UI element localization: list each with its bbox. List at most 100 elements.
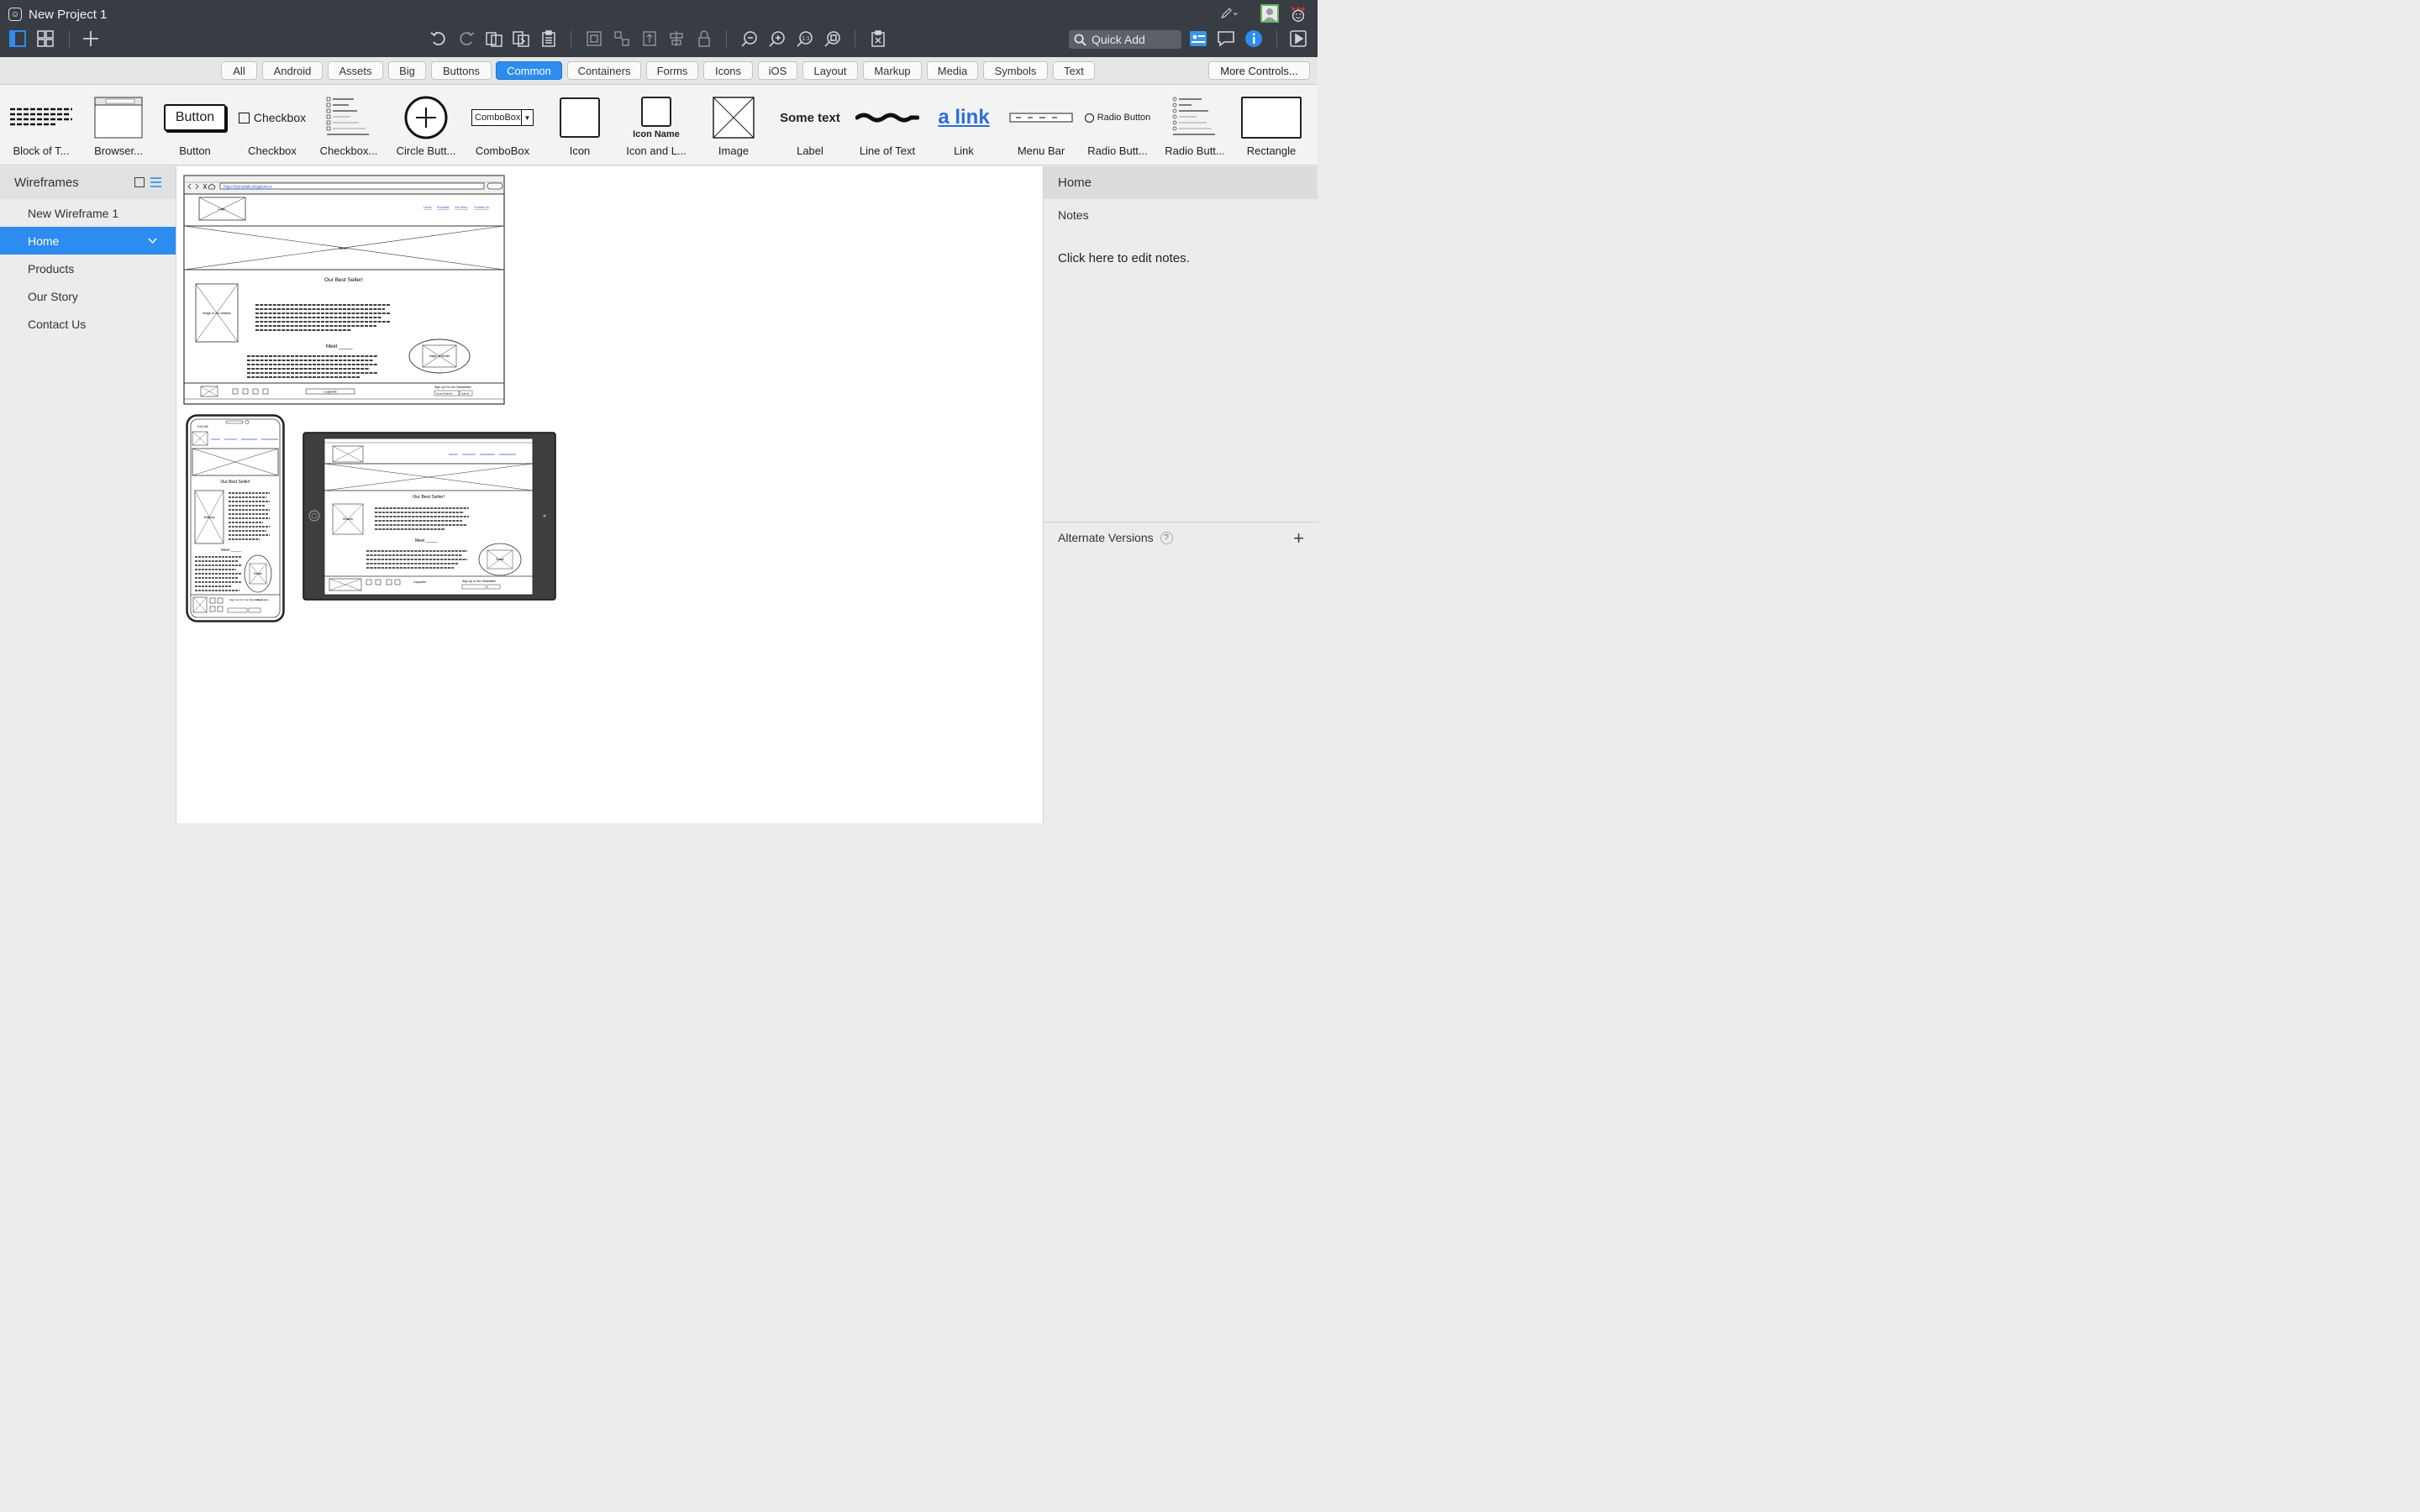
- checkbox-thumb-text: Checkbox: [253, 111, 307, 124]
- filter-forms[interactable]: Forms: [646, 61, 698, 80]
- library-item-label: Checkbox: [248, 144, 297, 157]
- paste-icon[interactable]: [538, 26, 560, 51]
- top-toolbar: ☺ New Project 1 1:1 Quick Add: [0, 0, 1318, 57]
- phone-best-seller-heading: Our Best Seller!: [220, 480, 250, 485]
- info-icon[interactable]: [1243, 26, 1265, 51]
- checkbox-group-thumb: [311, 93, 387, 142]
- library-item-line-of-text[interactable]: Line of Text: [850, 93, 925, 162]
- phone-image-caption: Whiskey: [204, 516, 215, 519]
- library-item-label: Icon: [569, 144, 591, 157]
- chevron-down-icon[interactable]: [148, 238, 157, 244]
- filter-all[interactable]: All: [221, 61, 257, 80]
- filter-buttons[interactable]: Buttons: [431, 61, 492, 80]
- filter-layout[interactable]: Layout: [802, 61, 858, 80]
- comment-icon[interactable]: [1215, 26, 1237, 51]
- desktop-wireframe[interactable]: https://lyonsdale-drugstore.ie Logo Home…: [183, 175, 506, 407]
- search-icon: [1074, 34, 1086, 46]
- notes-edit-area[interactable]: Click here to edit notes.: [1058, 251, 1190, 265]
- library-filter-bar: All Android Assets Big Buttons Common Co…: [0, 57, 1318, 85]
- clear-icon[interactable]: [867, 26, 889, 51]
- undo-icon[interactable]: [428, 26, 450, 51]
- library-item-label: Menu Bar: [1017, 144, 1065, 157]
- library-item-link[interactable]: a link Link: [926, 93, 1002, 162]
- actual-size-icon[interactable]: 1:1: [794, 26, 816, 51]
- zoom-fit-icon[interactable]: [822, 26, 844, 51]
- library-item-browser[interactable]: Browser...: [81, 93, 156, 162]
- filter-media[interactable]: Media: [927, 61, 978, 80]
- library-item-checkbox[interactable]: Checkbox Checkbox: [234, 93, 310, 162]
- icon-and-label-thumb: Icon Name: [618, 93, 694, 142]
- grid-view-icon[interactable]: [34, 26, 56, 51]
- tablet-image-caption: Whiskey: [343, 517, 353, 521]
- distribute-icon[interactable]: [666, 26, 687, 51]
- redo-icon[interactable]: [455, 26, 477, 51]
- library-item-label: Label: [797, 144, 823, 157]
- filter-assets[interactable]: Assets: [328, 61, 383, 80]
- button-thumb-text: Button: [164, 104, 226, 131]
- filter-containers[interactable]: Containers: [567, 61, 641, 80]
- library-item-combobox[interactable]: ComboBox ▼ ComboBox: [465, 93, 540, 162]
- sidebar-item-new-wireframe-1[interactable]: New Wireframe 1: [0, 199, 176, 227]
- radio-group-thumb: [1157, 93, 1233, 142]
- menu-bar-thumb: [1003, 93, 1079, 142]
- library-item-menu-bar[interactable]: Menu Bar: [1003, 93, 1079, 162]
- line-of-text-thumb: [850, 93, 925, 142]
- rectangle-shape-icon: [1241, 97, 1302, 139]
- list-view-icon[interactable]: [150, 177, 161, 187]
- library-item-label-control[interactable]: Some text Label: [772, 93, 848, 162]
- sidebar-item-products[interactable]: Products: [0, 255, 176, 282]
- zoom-in-icon[interactable]: [766, 26, 788, 51]
- duplicate-icon[interactable]: [483, 26, 505, 51]
- pencil-icon[interactable]: [1215, 3, 1244, 24]
- icon-thumb: [542, 93, 618, 142]
- wireframe-view-icon[interactable]: [7, 26, 29, 51]
- library-item-label: Line of Text: [859, 144, 916, 157]
- sidebar-item-home[interactable]: Home: [0, 227, 176, 255]
- add-icon[interactable]: [80, 26, 102, 51]
- ungroup-icon[interactable]: [611, 26, 633, 51]
- library-item-block-of-text[interactable]: Block of T...: [3, 93, 79, 162]
- quick-add-field[interactable]: [1069, 30, 1181, 49]
- phone-wireframe[interactable]: 9:41 AM Our Best Seller! Whiskey Meet __…: [186, 414, 287, 623]
- quick-add-input[interactable]: [1092, 33, 1176, 46]
- filter-ios[interactable]: iOS: [758, 61, 797, 80]
- zoom-out-icon[interactable]: [739, 26, 760, 51]
- library-item-rectangle[interactable]: Rectangle: [1234, 93, 1309, 162]
- monkey-icon[interactable]: [1286, 2, 1310, 25]
- group-icon[interactable]: [583, 26, 605, 51]
- copy-icon[interactable]: [510, 26, 532, 51]
- library-item-icon-and-label[interactable]: Icon Name Icon and L...: [618, 93, 694, 162]
- single-view-icon[interactable]: [134, 177, 145, 187]
- library-item-checkbox-group[interactable]: Checkbox...: [311, 93, 387, 162]
- add-alternate-version-icon[interactable]: +: [1293, 528, 1304, 549]
- filter-big[interactable]: Big: [388, 61, 426, 80]
- project-info-icon[interactable]: [1187, 26, 1209, 51]
- library-item-radio-button[interactable]: Radio Button Radio Butt...: [1080, 93, 1155, 162]
- nav-our-story: Our Story: [455, 206, 468, 209]
- combobox-thumb: ComboBox ▼: [465, 93, 540, 142]
- library-item-label: Browser...: [94, 144, 143, 157]
- wireframe-canvas[interactable]: https://lyonsdale-drugstore.ie Logo Home…: [176, 166, 1043, 823]
- align-icon[interactable]: [639, 26, 660, 51]
- tablet-wireframe[interactable]: Our Best Seller! Whiskey Meet _____ Decl…: [302, 432, 557, 601]
- nav-contact-us: Contact Us: [474, 206, 489, 209]
- filter-icons[interactable]: Icons: [703, 61, 753, 80]
- more-controls-button[interactable]: More Controls...: [1208, 61, 1310, 80]
- filter-symbols[interactable]: Symbols: [983, 61, 1048, 80]
- user-icon[interactable]: [1260, 3, 1280, 24]
- sidebar-item-our-story[interactable]: Our Story: [0, 282, 176, 310]
- library-item-icon[interactable]: Icon: [542, 93, 618, 162]
- library-item-radio-group[interactable]: Radio Butt...: [1157, 93, 1233, 162]
- filter-markup[interactable]: Markup: [863, 61, 922, 80]
- submit-button: Submit: [461, 391, 470, 395]
- filter-android[interactable]: Android: [262, 61, 323, 80]
- present-icon[interactable]: [1287, 26, 1309, 51]
- library-item-circle-button[interactable]: Circle Butt...: [388, 93, 464, 162]
- help-icon[interactable]: ?: [1160, 531, 1173, 544]
- library-item-button[interactable]: Button Button: [157, 93, 233, 162]
- sidebar-item-contact-us[interactable]: Contact Us: [0, 310, 176, 338]
- lock-icon[interactable]: [693, 26, 715, 51]
- filter-common[interactable]: Common: [496, 61, 562, 80]
- library-item-image[interactable]: Image: [696, 93, 771, 162]
- filter-text[interactable]: Text: [1053, 61, 1095, 80]
